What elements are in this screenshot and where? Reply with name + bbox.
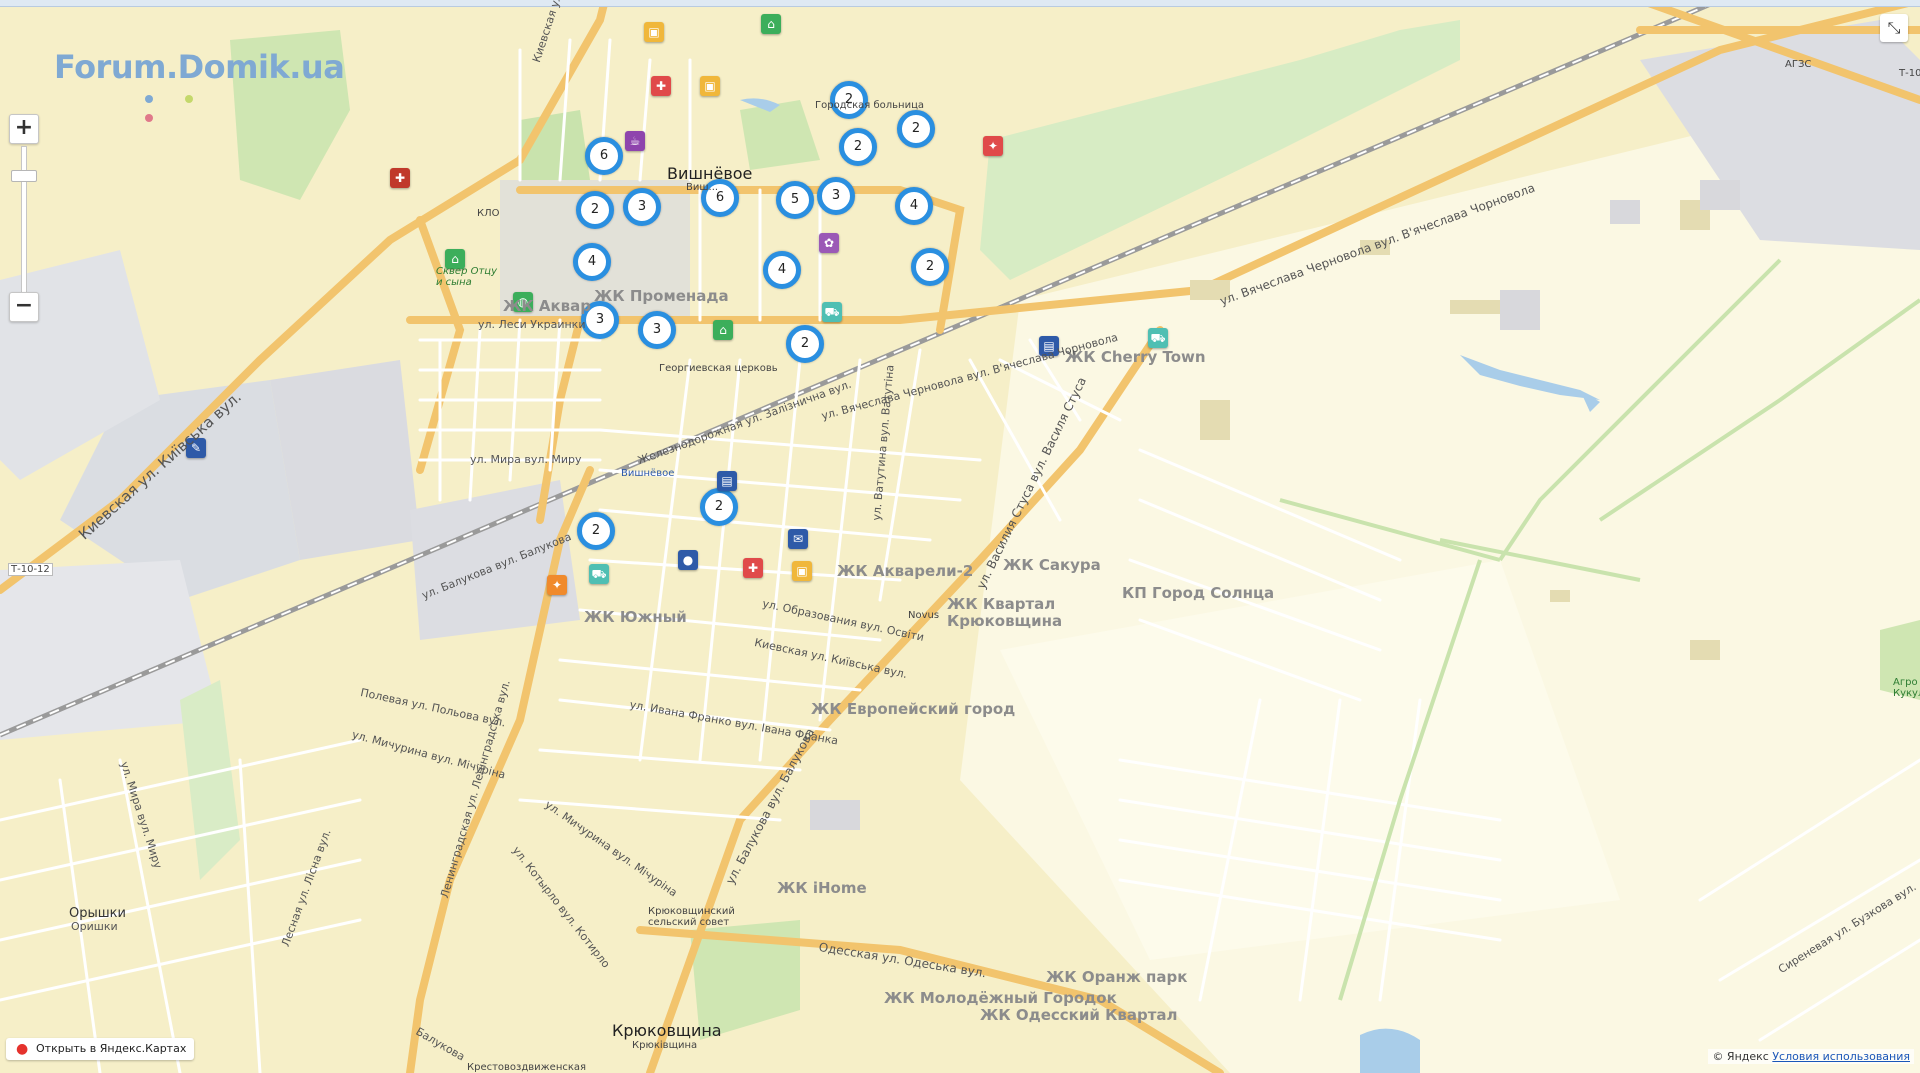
town-label-oryshki: Орышки <box>69 906 126 921</box>
zoom-slider-track[interactable] <box>21 146 27 298</box>
town-label-kryukovschina: Крюковщина <box>612 1021 722 1040</box>
cluster-marker[interactable]: 4 <box>573 243 611 281</box>
district-label: КП Город Солнца <box>1122 584 1275 602</box>
cluster-marker[interactable]: 3 <box>623 188 661 226</box>
copyright-text: © Яндекс <box>1712 1050 1769 1063</box>
open-in-yandex-link[interactable]: ● Открыть в Яндекс.Картах <box>6 1038 195 1060</box>
cluster-marker[interactable]: 2 <box>911 248 949 286</box>
shop-pin-icon[interactable]: ▣ <box>792 561 812 581</box>
district-label: ЖК Акварели-2 <box>837 562 974 580</box>
poi-label: Георгиевская церковь <box>659 363 778 374</box>
district-label: ЖК Оранж парк <box>1046 968 1188 986</box>
poi-label: Крестовоздвиженская <box>467 1062 587 1073</box>
supermarket-pin-icon[interactable]: ⛟ <box>1148 328 1168 348</box>
district-label: ЖК Променада <box>594 287 729 305</box>
road-number-badge: Т-10-1 <box>1899 68 1920 79</box>
district-label: ЖК Одесский Квартал <box>980 1006 1178 1024</box>
copyright: © Яндекс Условия использования <box>1708 1049 1914 1064</box>
street-label: ул. Леси Украинки <box>478 318 586 331</box>
open-link-label: Открыть в Яндекс.Картах <box>36 1042 187 1055</box>
cluster-marker[interactable]: 3 <box>817 177 855 215</box>
poi-label: Вишнёвое <box>621 468 675 479</box>
kids-pin-icon[interactable]: ✿ <box>819 233 839 253</box>
cluster-marker[interactable]: 3 <box>638 311 676 349</box>
pharmacy-pin-icon[interactable]: ✚ <box>390 168 410 188</box>
logo-dot-blue <box>145 95 153 103</box>
district-label: ЖК Квартал Крюковщина <box>947 595 1063 630</box>
poi-label: Агро Кукул <box>1893 677 1920 699</box>
road-number-badge: Т-10-12 <box>8 563 53 576</box>
cluster-marker[interactable]: 6 <box>585 137 623 175</box>
poi-label: Городская больница <box>815 100 924 111</box>
poi-label: АГЗС <box>1785 59 1812 70</box>
district-label: ЖК Молодёжный Городок <box>884 989 1117 1007</box>
cafe-pin-icon[interactable]: ☕ <box>625 131 645 151</box>
cluster-marker[interactable]: 2 <box>576 191 614 229</box>
terms-link[interactable]: Условия использования <box>1772 1050 1910 1063</box>
map-canvas[interactable] <box>0 0 1920 1073</box>
cluster-marker[interactable]: 5 <box>776 181 814 219</box>
district-label: ЖК Европейский город <box>811 700 1016 718</box>
poi-label: КЛО <box>477 208 500 219</box>
sport-pin-icon[interactable]: ✦ <box>983 136 1003 156</box>
top-frame-bar <box>0 0 1920 7</box>
town-label-vishnevoe: Вишнёвое <box>667 164 753 183</box>
zoom-slider-thumb[interactable] <box>11 170 37 182</box>
house-pin-icon[interactable]: ⌂ <box>713 320 733 340</box>
town-sublabel-vishnevoe: Виш... <box>686 182 719 193</box>
cluster-marker[interactable]: 2 <box>839 128 877 166</box>
zoom-in-button[interactable]: + <box>9 114 39 144</box>
cluster-marker[interactable]: 4 <box>895 187 933 225</box>
logo-dot-green <box>185 95 193 103</box>
poi-label: Novus <box>908 610 940 621</box>
cluster-marker[interactable]: 2 <box>577 512 615 550</box>
street-label: ул. Мира вул. Миру <box>470 453 582 466</box>
poi-label: Крюковщинский сельский совет <box>648 906 735 928</box>
yandex-pin-icon: ● <box>16 1041 29 1057</box>
bank-pin-icon[interactable]: ▤ <box>717 471 737 491</box>
district-label: ЖК Южный <box>584 608 687 626</box>
cluster-marker[interactable]: 2 <box>700 488 738 526</box>
zoom-out-button[interactable]: − <box>9 292 39 322</box>
cluster-marker[interactable]: 4 <box>763 251 801 289</box>
zoom-control: + − <box>9 114 39 322</box>
cluster-marker[interactable]: 2 <box>786 325 824 363</box>
town-sublabel-kryukovschina: Крюківщина <box>632 1040 698 1051</box>
location-pin-icon[interactable]: ● <box>678 550 698 570</box>
district-label: ЖК Сакура <box>1003 556 1101 574</box>
fullscreen-button[interactable]: ⤡ <box>1880 14 1908 42</box>
house-pin-icon[interactable]: ⌂ <box>761 14 781 34</box>
site-logo[interactable]: Forum.Domik.ua <box>54 48 345 86</box>
logo-dots <box>145 88 245 122</box>
shop-pin-icon[interactable]: ▣ <box>644 22 664 42</box>
food-pin-icon[interactable]: ✚ <box>743 558 763 578</box>
logo-dot-red <box>145 114 153 122</box>
cluster-marker[interactable]: 2 <box>897 110 935 148</box>
supermarket-pin-icon[interactable]: ⛟ <box>822 302 842 322</box>
shop-pin-icon[interactable]: ▣ <box>700 76 720 96</box>
sport-pin-icon[interactable]: ✦ <box>547 575 567 595</box>
post-pin-icon[interactable]: ✉ <box>788 529 808 549</box>
town-sublabel-oryshki: Оришки <box>71 920 118 933</box>
district-label: ЖК iHome <box>777 879 867 897</box>
district-label: ЖК Аквар <box>503 297 591 315</box>
food-pin-icon[interactable]: ✚ <box>651 76 671 96</box>
supermarket-pin-icon[interactable]: ⛟ <box>589 564 609 584</box>
poi-label: Сквер Отцу и сына <box>436 266 498 288</box>
